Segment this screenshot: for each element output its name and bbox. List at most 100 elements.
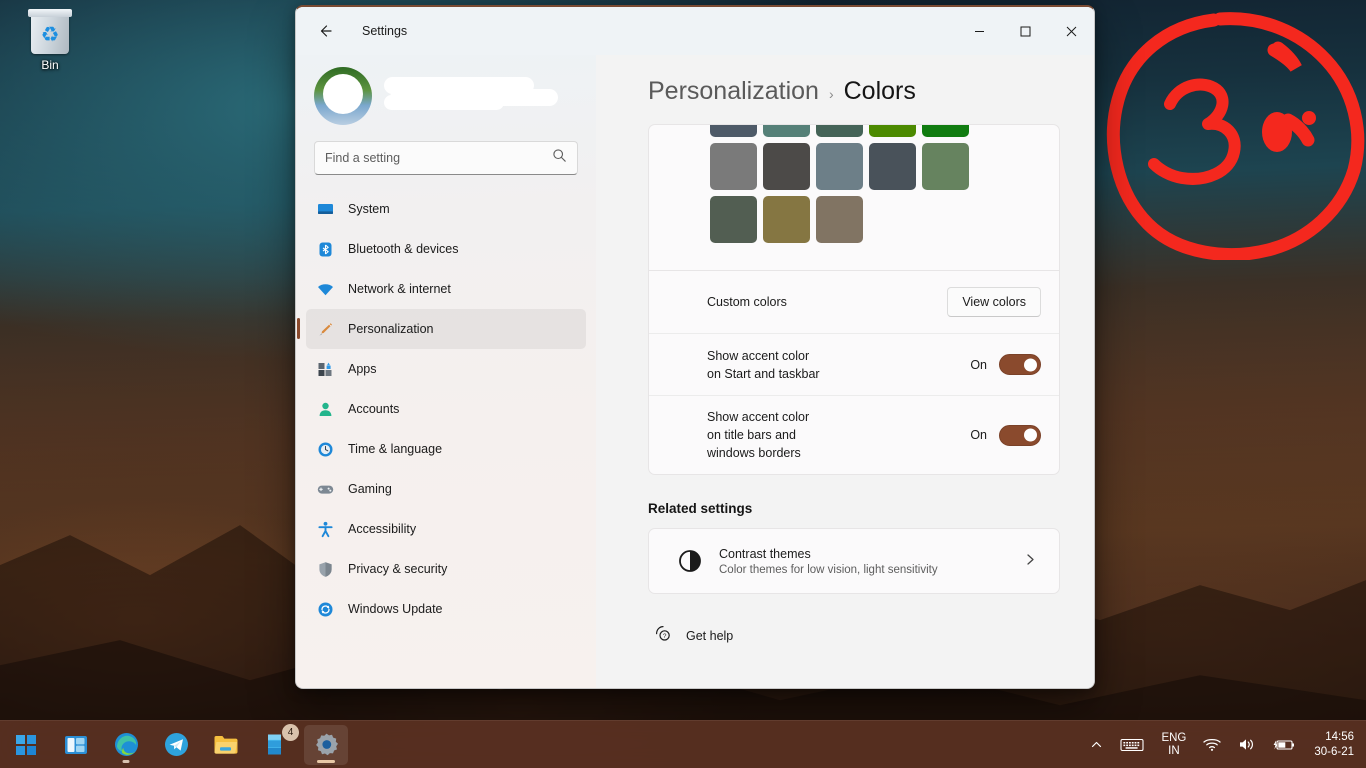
minimize-button[interactable] (956, 7, 1002, 55)
language-line1: ENG (1161, 731, 1187, 744)
accent-swatch-cell[interactable] (866, 140, 919, 193)
related-settings-heading: Related settings (648, 501, 753, 516)
clock-icon (316, 440, 334, 458)
chevron-up-icon[interactable] (1086, 734, 1107, 755)
accent-swatch[interactable] (710, 196, 757, 243)
accent-swatch[interactable] (816, 125, 863, 137)
taskbar-microsoft-store[interactable]: 4 (254, 723, 299, 765)
close-button[interactable] (1048, 7, 1094, 55)
search-input[interactable] (314, 141, 578, 175)
accent-swatch[interactable] (763, 143, 810, 190)
accent-swatch-cell[interactable] (813, 140, 866, 193)
accent-color-swatch-panel[interactable] (648, 124, 1060, 270)
apps-icon (316, 360, 334, 378)
store-badge-count: 4 (282, 723, 299, 741)
clock-time: 14:56 (1325, 730, 1354, 743)
sidebar-item-label: System (348, 202, 390, 216)
taskbar-start-button[interactable] (4, 725, 48, 765)
accent-start-taskbar-toggle[interactable] (999, 354, 1041, 375)
custom-colors-label: Custom colors (707, 295, 787, 309)
taskbar-telegram[interactable] (154, 725, 198, 765)
taskbar-apps: 4 (4, 723, 348, 765)
sidebar-item-time-language[interactable]: Time & language (306, 429, 586, 469)
sidebar-item-label: Accounts (348, 402, 400, 416)
language-line2: IN (1168, 744, 1180, 757)
speaker-icon[interactable] (1234, 733, 1260, 756)
contrast-themes-card[interactable]: Contrast themes Color themes for low vis… (648, 528, 1060, 594)
accent-swatch[interactable] (869, 125, 916, 137)
sidebar-item-personalization[interactable]: Personalization (297, 309, 586, 349)
clock[interactable]: 14:56 30-6-21 (1308, 730, 1356, 760)
accent-swatch[interactable] (816, 196, 863, 243)
accent-swatch[interactable] (922, 143, 969, 190)
accent-swatch-cell[interactable] (707, 125, 760, 140)
accent-swatch-cell[interactable] (813, 125, 866, 140)
window-controls (956, 7, 1094, 55)
accent-swatch-cell[interactable] (866, 125, 919, 140)
sidebar-item-system[interactable]: System (306, 189, 586, 229)
maximize-button[interactable] (1002, 7, 1048, 55)
accent-swatch-cell[interactable] (919, 125, 972, 140)
accent-swatch-cell[interactable] (919, 140, 972, 193)
taskbar-microsoft-edge[interactable] (104, 725, 148, 765)
sidebar-item-label: Bluetooth & devices (348, 242, 459, 256)
sidebar-item-gaming[interactable]: Gaming (306, 469, 586, 509)
sidebar-item-privacy-security[interactable]: Privacy & security (306, 549, 586, 589)
desktop-icon-recycle-bin[interactable]: ♻ Bin (8, 9, 92, 72)
wifi-icon[interactable] (1199, 733, 1225, 756)
desktop[interactable]: ♻ Bin Settings Find a setting System Blu… (0, 0, 1366, 768)
update-icon (316, 600, 334, 618)
accent-swatch-cell[interactable] (760, 193, 813, 246)
language-indicator[interactable]: ENG IN (1157, 732, 1190, 758)
sidebar-item-bluetooth-devices[interactable]: Bluetooth & devices (306, 229, 586, 269)
contrast-themes-title: Contrast themes (719, 546, 811, 561)
sidebar-item-label: Gaming (348, 482, 392, 496)
sidebar-item-label: Time & language (348, 442, 443, 456)
back-arrow-icon[interactable] (310, 16, 340, 46)
taskbar-settings[interactable] (304, 724, 348, 765)
accent-swatch-empty (866, 193, 919, 246)
accent-swatch[interactable] (816, 143, 863, 190)
accent-swatch-cell[interactable] (760, 140, 813, 193)
sidebar: System Bluetooth & devices (296, 55, 596, 688)
taskbar-file-explorer[interactable] (204, 725, 248, 765)
accent-swatch[interactable] (869, 143, 916, 190)
paintbrush-icon (316, 320, 334, 338)
search-field[interactable] (325, 151, 544, 165)
accent-swatch-cell[interactable] (707, 140, 760, 193)
get-help-label: Get help (686, 628, 734, 643)
sidebar-item-apps[interactable]: Apps (306, 349, 586, 389)
accent-start-taskbar-label: Show accent color on Start and taskbar (707, 348, 820, 381)
accent-swatch[interactable] (763, 125, 810, 137)
accent-swatch[interactable] (922, 125, 969, 137)
accent-swatch-cell[interactable] (707, 193, 760, 246)
search-icon (552, 148, 567, 168)
breadcrumb-parent[interactable]: Personalization (648, 77, 819, 106)
sidebar-item-label: Privacy & security (348, 562, 448, 576)
accent-start-taskbar-state: On (970, 357, 987, 372)
keyboard-icon[interactable] (1116, 733, 1148, 757)
battery-charging-icon[interactable] (1269, 734, 1299, 756)
shield-icon (316, 560, 334, 578)
accent-swatch[interactable] (763, 196, 810, 243)
accent-swatch[interactable] (710, 143, 757, 190)
row-accent-titlebars: Show accent color on title bars and wind… (649, 395, 1059, 474)
sidebar-item-accounts[interactable]: Accounts (306, 389, 586, 429)
sidebar-item-windows-update[interactable]: Windows Update (306, 589, 586, 629)
contrast-themes-subtitle: Color themes for low vision, light sensi… (719, 563, 938, 576)
system-tray: ENG IN 14:56 30-6-21 (1086, 730, 1356, 760)
sidebar-item-accessibility[interactable]: Accessibility (306, 509, 586, 549)
view-colors-button[interactable]: View colors (947, 287, 1041, 317)
accent-swatch-cell[interactable] (813, 193, 866, 246)
settings-window[interactable]: Settings Find a setting System Bluetooth… (295, 5, 1095, 689)
sidebar-item-network-internet[interactable]: Network & internet (306, 269, 586, 309)
account-profile[interactable] (306, 55, 586, 139)
desktop-icon-label: Bin (41, 58, 59, 72)
accent-swatch-cell[interactable] (760, 125, 813, 140)
get-help-link[interactable]: ? Get help (648, 594, 1060, 647)
accent-swatch[interactable] (710, 125, 757, 137)
breadcrumb: Personalization › Colors (648, 55, 1060, 124)
accent-titlebars-toggle[interactable] (999, 424, 1041, 446)
sidebar-item-label: Windows Update (348, 602, 443, 616)
taskbar-task-view-button[interactable] (54, 725, 98, 765)
